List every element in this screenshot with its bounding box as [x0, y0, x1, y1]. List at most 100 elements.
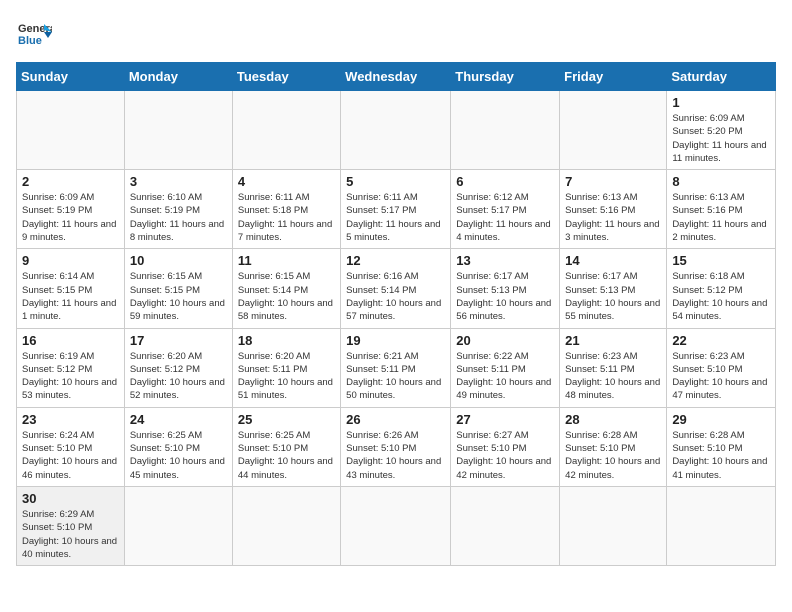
- logo: General Blue: [16, 16, 52, 52]
- calendar-cell: 11 Sunrise: 6:15 AM Sunset: 5:14 PM Dayli…: [232, 249, 340, 328]
- calendar-week-3: 16Sunrise: 6:19 AM Sunset: 5:12 PM Dayli…: [17, 328, 776, 407]
- calendar-cell: [17, 91, 125, 170]
- calendar-cell: 21 Sunrise: 6:23 AM Sunset: 5:11 PM Dayli…: [560, 328, 667, 407]
- calendar-week-5: 30Sunrise: 6:29 AM Sunset: 5:10 PM Dayli…: [17, 486, 776, 565]
- day-info: Sunrise: 6:17 AM Sunset: 5:13 PM Dayligh…: [565, 270, 661, 323]
- day-info: Sunrise: 6:15 AM Sunset: 5:15 PM Dayligh…: [130, 270, 227, 323]
- day-info: Sunrise: 6:17 AM Sunset: 5:13 PM Dayligh…: [456, 270, 554, 323]
- day-info: Sunrise: 6:09 AM Sunset: 5:20 PM Dayligh…: [672, 112, 770, 165]
- logo-icon: General Blue: [16, 16, 52, 52]
- day-info: Sunrise: 6:24 AM Sunset: 5:10 PM Dayligh…: [22, 429, 119, 482]
- header-monday: Monday: [124, 63, 232, 91]
- calendar-week-0: 1 Sunrise: 6:09 AM Sunset: 5:20 PM Daylig…: [17, 91, 776, 170]
- calendar-header-row: SundayMondayTuesdayWednesdayThursdayFrid…: [17, 63, 776, 91]
- calendar-cell: 4 Sunrise: 6:11 AM Sunset: 5:18 PM Daylig…: [232, 170, 340, 249]
- calendar-cell: 26 Sunrise: 6:26 AM Sunset: 5:10 PM Dayli…: [341, 407, 451, 486]
- day-number: 23: [22, 412, 119, 427]
- day-info: Sunrise: 6:18 AM Sunset: 5:12 PM Dayligh…: [672, 270, 770, 323]
- day-number: 28: [565, 412, 661, 427]
- day-number: 15: [672, 253, 770, 268]
- day-number: 8: [672, 174, 770, 189]
- day-number: 21: [565, 333, 661, 348]
- calendar-cell: 14 Sunrise: 6:17 AM Sunset: 5:13 PM Dayli…: [560, 249, 667, 328]
- header-thursday: Thursday: [451, 63, 560, 91]
- header-saturday: Saturday: [667, 63, 776, 91]
- calendar-cell: 19Sunrise: 6:21 AM Sunset: 5:11 PM Dayli…: [341, 328, 451, 407]
- day-info: Sunrise: 6:22 AM Sunset: 5:11 PM Dayligh…: [456, 350, 554, 403]
- day-info: Sunrise: 6:23 AM Sunset: 5:11 PM Dayligh…: [565, 350, 661, 403]
- day-info: Sunrise: 6:14 AM Sunset: 5:15 PM Dayligh…: [22, 270, 119, 323]
- calendar-cell: 18 Sunrise: 6:20 AM Sunset: 5:11 PM Dayli…: [232, 328, 340, 407]
- calendar-cell: [341, 91, 451, 170]
- day-number: 18: [238, 333, 335, 348]
- calendar-cell: 2Sunrise: 6:09 AM Sunset: 5:19 PM Daylig…: [17, 170, 125, 249]
- calendar-cell: 16Sunrise: 6:19 AM Sunset: 5:12 PM Dayli…: [17, 328, 125, 407]
- day-number: 1: [672, 95, 770, 110]
- calendar-cell: 29Sunrise: 6:28 AM Sunset: 5:10 PM Dayli…: [667, 407, 776, 486]
- calendar-cell: 7 Sunrise: 6:13 AM Sunset: 5:16 PM Daylig…: [560, 170, 667, 249]
- calendar-cell: 20 Sunrise: 6:22 AM Sunset: 5:11 PM Dayli…: [451, 328, 560, 407]
- calendar-cell: [232, 486, 340, 565]
- day-number: 30: [22, 491, 119, 506]
- day-info: Sunrise: 6:11 AM Sunset: 5:17 PM Dayligh…: [346, 191, 445, 244]
- header-friday: Friday: [560, 63, 667, 91]
- day-info: Sunrise: 6:20 AM Sunset: 5:12 PM Dayligh…: [130, 350, 227, 403]
- calendar-cell: 1 Sunrise: 6:09 AM Sunset: 5:20 PM Daylig…: [667, 91, 776, 170]
- day-number: 4: [238, 174, 335, 189]
- day-info: Sunrise: 6:16 AM Sunset: 5:14 PM Dayligh…: [346, 270, 445, 323]
- day-info: Sunrise: 6:09 AM Sunset: 5:19 PM Dayligh…: [22, 191, 119, 244]
- day-info: Sunrise: 6:27 AM Sunset: 5:10 PM Dayligh…: [456, 429, 554, 482]
- day-number: 25: [238, 412, 335, 427]
- calendar-cell: 5 Sunrise: 6:11 AM Sunset: 5:17 PM Daylig…: [341, 170, 451, 249]
- header-tuesday: Tuesday: [232, 63, 340, 91]
- calendar-cell: [667, 486, 776, 565]
- day-info: Sunrise: 6:11 AM Sunset: 5:18 PM Dayligh…: [238, 191, 335, 244]
- calendar-cell: [341, 486, 451, 565]
- day-number: 22: [672, 333, 770, 348]
- day-info: Sunrise: 6:20 AM Sunset: 5:11 PM Dayligh…: [238, 350, 335, 403]
- calendar-week-1: 2Sunrise: 6:09 AM Sunset: 5:19 PM Daylig…: [17, 170, 776, 249]
- day-info: Sunrise: 6:12 AM Sunset: 5:17 PM Dayligh…: [456, 191, 554, 244]
- day-number: 10: [130, 253, 227, 268]
- day-number: 17: [130, 333, 227, 348]
- day-info: Sunrise: 6:23 AM Sunset: 5:10 PM Dayligh…: [672, 350, 770, 403]
- calendar-cell: [451, 486, 560, 565]
- day-number: 20: [456, 333, 554, 348]
- calendar-cell: 22 Sunrise: 6:23 AM Sunset: 5:10 PM Dayli…: [667, 328, 776, 407]
- calendar-cell: [124, 91, 232, 170]
- calendar-cell: 9Sunrise: 6:14 AM Sunset: 5:15 PM Daylig…: [17, 249, 125, 328]
- calendar-cell: 28Sunrise: 6:28 AM Sunset: 5:10 PM Dayli…: [560, 407, 667, 486]
- calendar-cell: 8 Sunrise: 6:13 AM Sunset: 5:16 PM Daylig…: [667, 170, 776, 249]
- calendar-cell: [560, 486, 667, 565]
- calendar-cell: 12Sunrise: 6:16 AM Sunset: 5:14 PM Dayli…: [341, 249, 451, 328]
- calendar-cell: 17 Sunrise: 6:20 AM Sunset: 5:12 PM Dayli…: [124, 328, 232, 407]
- header-sunday: Sunday: [17, 63, 125, 91]
- day-info: Sunrise: 6:19 AM Sunset: 5:12 PM Dayligh…: [22, 350, 119, 403]
- calendar-cell: 30Sunrise: 6:29 AM Sunset: 5:10 PM Dayli…: [17, 486, 125, 565]
- calendar-table: SundayMondayTuesdayWednesdayThursdayFrid…: [16, 62, 776, 566]
- calendar-cell: 6Sunrise: 6:12 AM Sunset: 5:17 PM Daylig…: [451, 170, 560, 249]
- day-number: 3: [130, 174, 227, 189]
- day-info: Sunrise: 6:13 AM Sunset: 5:16 PM Dayligh…: [565, 191, 661, 244]
- day-number: 14: [565, 253, 661, 268]
- day-number: 26: [346, 412, 445, 427]
- calendar-cell: 13 Sunrise: 6:17 AM Sunset: 5:13 PM Dayli…: [451, 249, 560, 328]
- calendar-cell: 3Sunrise: 6:10 AM Sunset: 5:19 PM Daylig…: [124, 170, 232, 249]
- day-info: Sunrise: 6:15 AM Sunset: 5:14 PM Dayligh…: [238, 270, 335, 323]
- calendar-cell: 25 Sunrise: 6:25 AM Sunset: 5:10 PM Dayli…: [232, 407, 340, 486]
- day-info: Sunrise: 6:25 AM Sunset: 5:10 PM Dayligh…: [238, 429, 335, 482]
- header: General Blue: [16, 16, 776, 52]
- calendar-cell: [232, 91, 340, 170]
- day-number: 24: [130, 412, 227, 427]
- day-number: 11: [238, 253, 335, 268]
- day-number: 5: [346, 174, 445, 189]
- day-info: Sunrise: 6:26 AM Sunset: 5:10 PM Dayligh…: [346, 429, 445, 482]
- calendar-week-4: 23 Sunrise: 6:24 AM Sunset: 5:10 PM Dayli…: [17, 407, 776, 486]
- calendar-cell: 27 Sunrise: 6:27 AM Sunset: 5:10 PM Dayli…: [451, 407, 560, 486]
- day-number: 13: [456, 253, 554, 268]
- calendar-week-2: 9Sunrise: 6:14 AM Sunset: 5:15 PM Daylig…: [17, 249, 776, 328]
- day-info: Sunrise: 6:13 AM Sunset: 5:16 PM Dayligh…: [672, 191, 770, 244]
- day-number: 7: [565, 174, 661, 189]
- day-number: 27: [456, 412, 554, 427]
- day-number: 29: [672, 412, 770, 427]
